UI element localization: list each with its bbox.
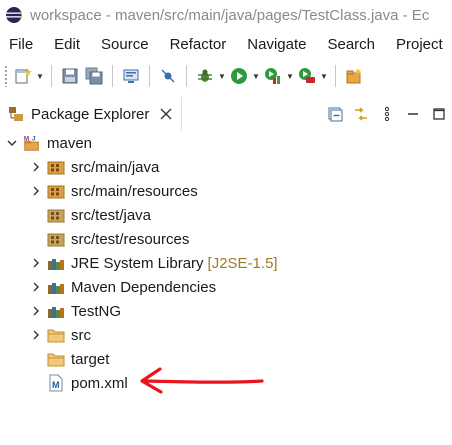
annotation-arrow bbox=[140, 367, 264, 394]
